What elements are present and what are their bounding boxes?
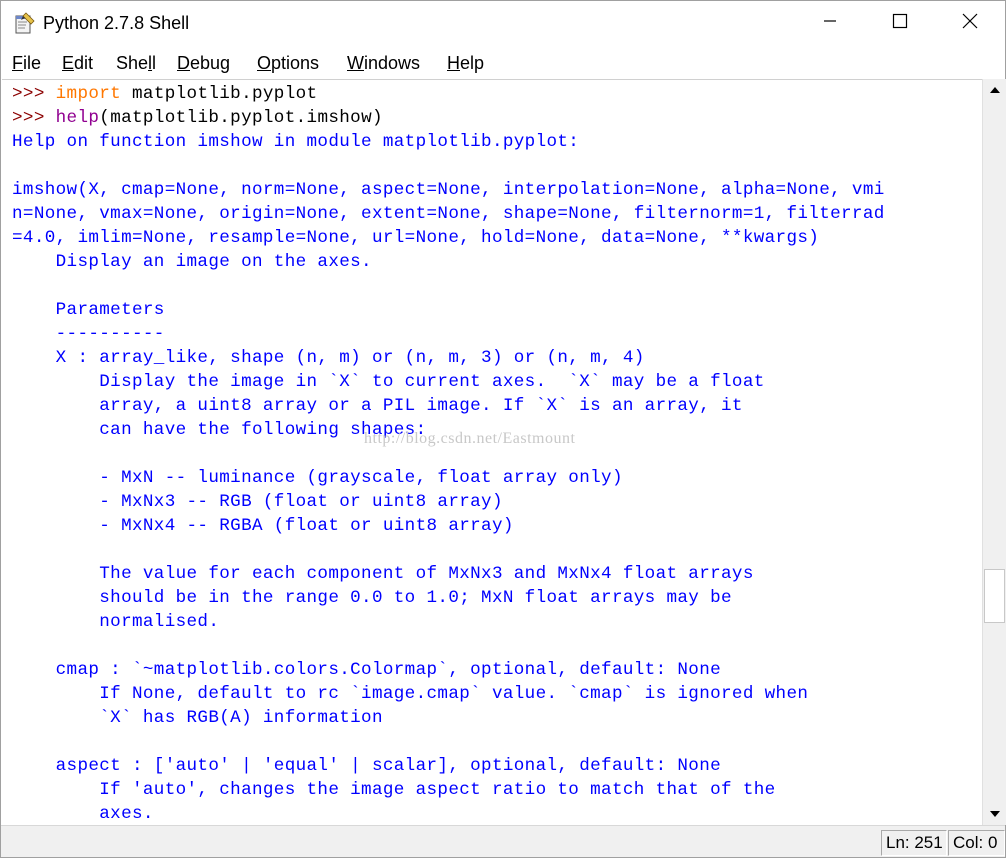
scroll-up-arrow-icon (989, 81, 1000, 99)
menu-windows[interactable]: Windows (347, 52, 420, 74)
menu-help-accel: H (447, 53, 460, 73)
output-line: =4.0, imlim=None, resample=None, url=Non… (12, 228, 820, 248)
menu-edit-rest: dit (74, 53, 94, 73)
menu-shell-rest: l (152, 53, 157, 73)
output-line: should be in the range 0.0 to 1.0; MxN f… (12, 588, 732, 608)
builtin-help: help (55, 108, 100, 128)
scrollbar-thumb[interactable] (984, 569, 1005, 623)
menu-windows-rest: indows (364, 53, 421, 73)
output-line: `X` has RGB(A) information (12, 708, 383, 728)
maximize-icon (892, 13, 908, 34)
menu-windows-accel: W (347, 53, 364, 73)
menu-shell-pre: She (116, 53, 149, 73)
scroll-down-button[interactable] (983, 803, 1006, 825)
output-line: Parameters (12, 300, 165, 320)
window-title: Python 2.7.8 Shell (43, 13, 190, 33)
idle-shell-window: Python 2.7.8 Shell File Edit Shell Debug… (0, 0, 1006, 858)
menu-shell[interactable]: Shell (116, 52, 156, 74)
menu-options-rest: ptions (271, 53, 320, 73)
output-line: imshow(X, cmap=None, norm=None, aspect=N… (12, 180, 885, 200)
maximize-button[interactable] (877, 1, 923, 45)
menu-file[interactable]: File (12, 52, 41, 74)
minimize-button[interactable] (807, 1, 853, 45)
menu-help[interactable]: Help (447, 52, 484, 74)
watermark-text: http://blog.csdn.net/Eastmount (364, 430, 576, 447)
menu-edit-accel: E (62, 53, 75, 73)
close-icon (962, 13, 978, 34)
scroll-up-button[interactable] (983, 79, 1006, 101)
output-line: axes. (12, 804, 154, 824)
menu-options-accel: O (257, 53, 272, 73)
status-line-number: Ln: 251 (881, 830, 947, 856)
title-bar[interactable]: Python 2.7.8 Shell (1, 1, 1005, 45)
scroll-down-arrow-icon (989, 805, 1000, 823)
menu-debug-rest: ebug (190, 53, 231, 73)
menu-bar: File Edit Shell Debug Options Windows He… (1, 45, 1005, 79)
output-line: If None, default to rc `image.cmap` valu… (12, 684, 809, 704)
close-button[interactable] (947, 1, 993, 45)
output-line: Help on function imshow in module matplo… (12, 132, 580, 152)
menu-edit[interactable]: Edit (62, 52, 93, 74)
output-line: - MxNx3 -- RGB (float or uint8 array) (12, 492, 503, 512)
command-text: (matplotlib.pyplot.imshow) (99, 108, 383, 128)
shell-prompt: >>> (12, 108, 56, 128)
shell-input-line[interactable]: >>> help(matplotlib.pyplot.imshow) (12, 106, 383, 130)
output-line: n=None, vmax=None, origin=None, extent=N… (12, 204, 885, 224)
output-line: array, a uint8 array or a PIL image. If … (12, 396, 743, 416)
command-text: matplotlib.pyplot (121, 84, 318, 104)
status-column-number: Col: 0 (948, 830, 1005, 856)
menu-help-rest: elp (460, 53, 485, 73)
shell-input-line[interactable]: >>> import matplotlib.pyplot (12, 82, 317, 106)
idle-python-icon (13, 11, 37, 35)
menu-options[interactable]: Options (257, 52, 319, 74)
output-line: ---------- (12, 324, 165, 344)
output-line: X : array_like, shape (n, m) or (n, m, 3… (12, 348, 645, 368)
menu-file-rest: ile (23, 53, 42, 73)
shell-text-area[interactable]: >>> import matplotlib.pyplot >>> help(ma… (2, 79, 982, 825)
status-bar: Ln: 251 Col: 0 (1, 825, 1005, 857)
output-line: The value for each component of MxNx3 an… (12, 564, 754, 584)
output-line: Display the image in `X` to current axes… (12, 372, 765, 392)
menu-file-accel: F (12, 53, 23, 73)
vertical-scrollbar[interactable] (982, 79, 1006, 825)
output-line: If 'auto', changes the image aspect rati… (12, 780, 776, 800)
shell-prompt: >>> (12, 84, 56, 104)
minimize-icon (823, 14, 837, 33)
menu-debug[interactable]: Debug (177, 52, 230, 74)
output-line: Display an image on the axes. (12, 252, 372, 272)
output-line: cmap : `~matplotlib.colors.Colormap`, op… (12, 660, 722, 680)
menu-debug-accel: D (177, 53, 190, 73)
output-line: - MxN -- luminance (grayscale, float arr… (12, 468, 623, 488)
output-line: aspect : ['auto' | 'equal' | scalar], op… (12, 756, 722, 776)
output-line: normalised. (12, 612, 220, 632)
keyword-import: import (55, 84, 122, 104)
output-line: - MxNx4 -- RGBA (float or uint8 array) (12, 516, 514, 536)
